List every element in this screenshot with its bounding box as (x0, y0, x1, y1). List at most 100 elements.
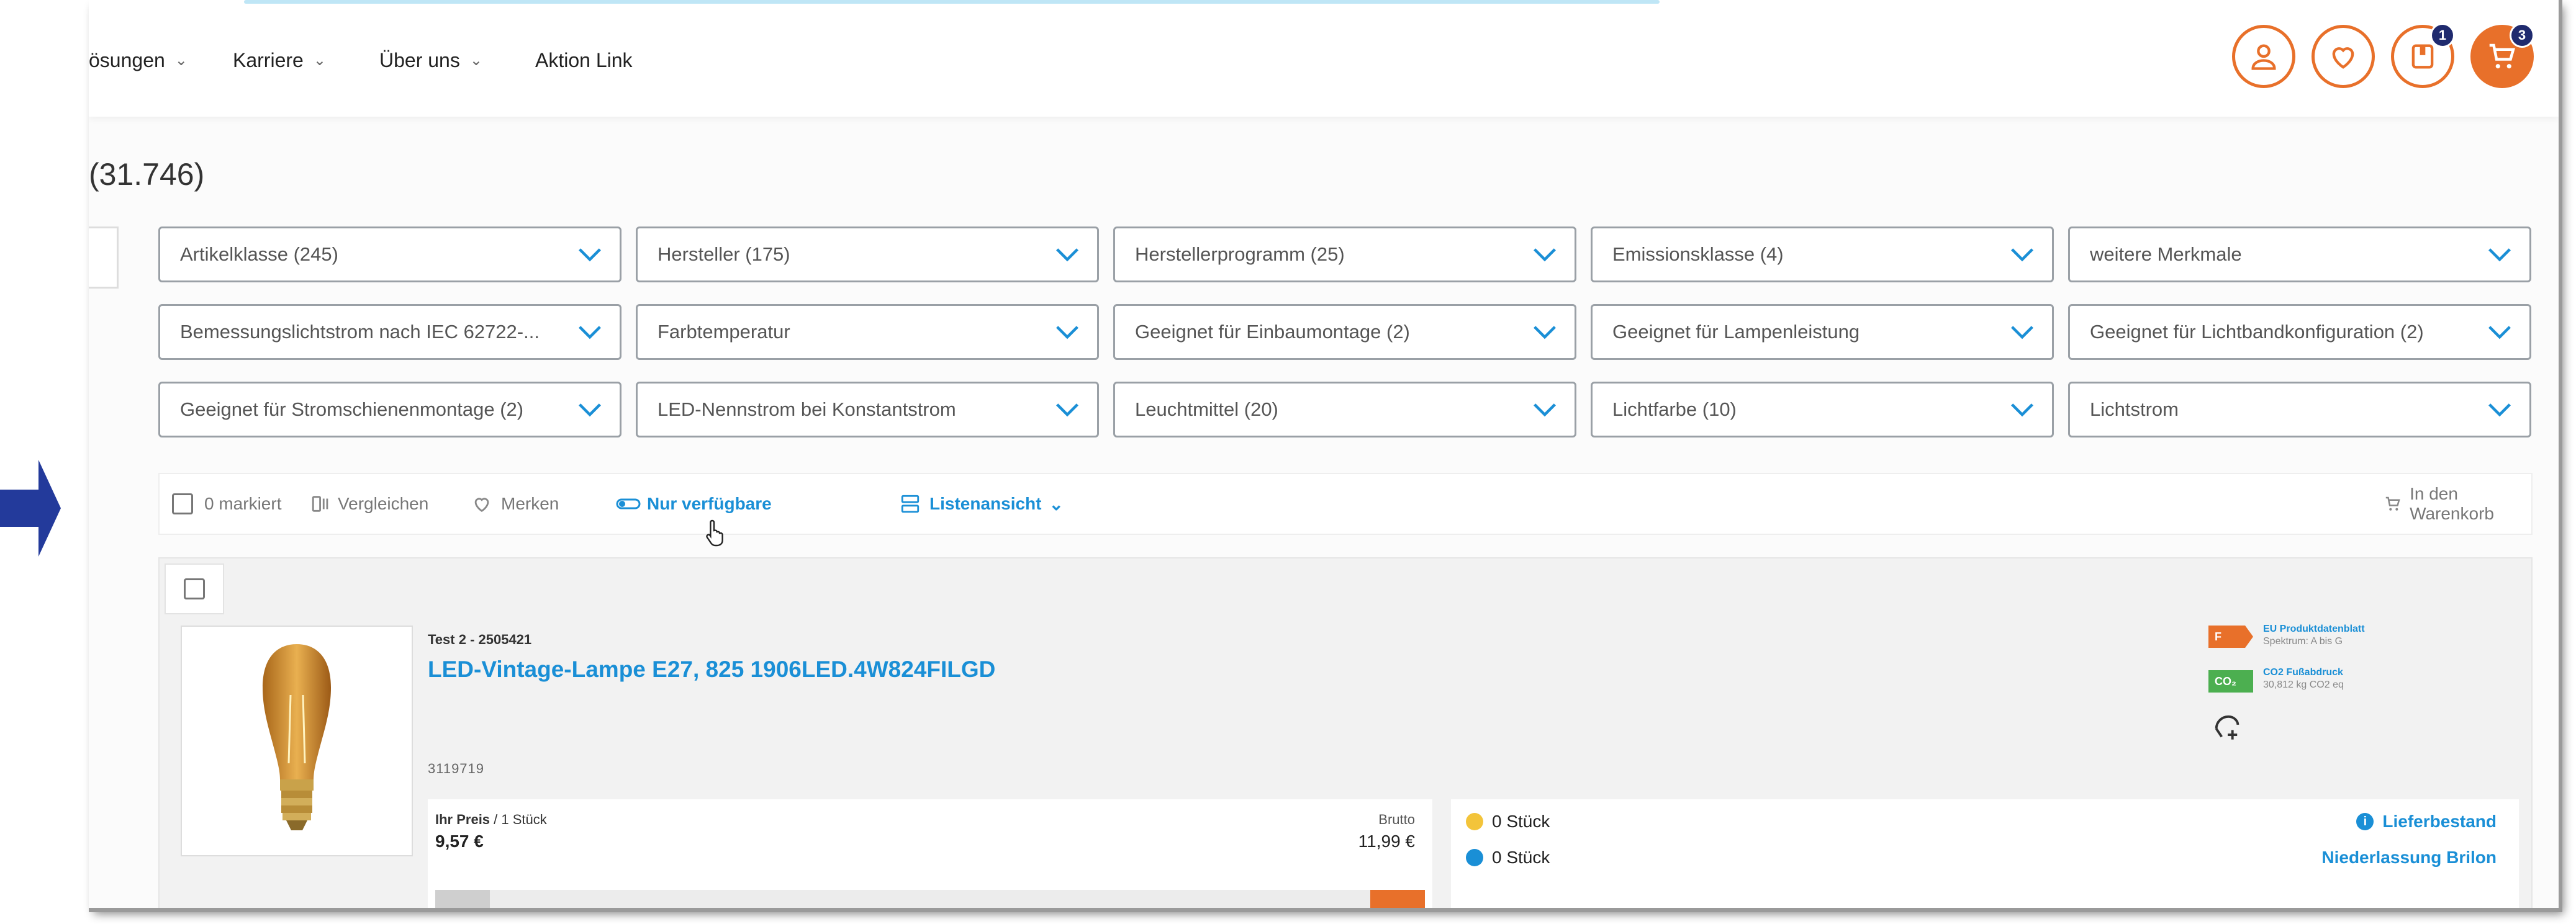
frame-shadow-bottom (89, 908, 2562, 912)
remember-label: Merken (501, 494, 559, 513)
nav-item-karriere[interactable]: Karriere ⌄ (233, 45, 326, 76)
filter-bemessungslichtstrom[interactable]: Bemessungslichtstrom nach IEC 62722-... (158, 304, 621, 360)
filter-lichtfarbe[interactable]: Lichtfarbe (10) (1591, 382, 2054, 437)
sidebar-edge (89, 227, 119, 289)
filter-label: Hersteller (175) (658, 243, 790, 265)
user-icon (2251, 44, 2276, 70)
stock-status-icon (1466, 813, 1483, 830)
account-button[interactable] (2232, 25, 2295, 88)
add-to-cart-label: In den Warenkorb (2410, 484, 2494, 523)
increase-button[interactable] (1370, 890, 1425, 908)
chevron-down-icon (1055, 320, 1080, 344)
result-count: (31.746) (89, 157, 205, 192)
clock-icon (1466, 849, 1483, 866)
filter-label: Geeignet für Einbaumontage (2) (1135, 321, 1410, 343)
lightbulb-image (263, 644, 331, 830)
hand-cursor-icon (706, 519, 723, 547)
compare-button[interactable]: Vergleichen (310, 474, 428, 534)
filter-lampenleistung[interactable]: Geeignet für Lampenleistung (1591, 304, 2054, 360)
lieferbestand-label: Lieferbestand (2382, 812, 2497, 831)
filter-label: weitere Merkmale (2090, 243, 2242, 265)
co2-label-text[interactable]: CO2 Fußabdruck 30,812 kg CO2 eq (2263, 666, 2344, 691)
co2-badge[interactable]: CO₂ (2208, 670, 2253, 693)
brutto-label: Brutto (1378, 812, 1415, 827)
quantity-stepper[interactable] (435, 890, 1425, 908)
cart-button[interactable]: 3 (2470, 23, 2534, 88)
branch-link[interactable]: Niederlassung Brilon (2321, 848, 2497, 868)
filter-herstellerprogramm[interactable]: Herstellerprogramm (25) (1113, 227, 1576, 282)
compare-label: Vergleichen (338, 494, 429, 513)
product-title-link[interactable]: LED-Vintage-Lampe E27, 825 1906LED.4W824… (428, 657, 995, 683)
nav-item-aktion-link[interactable]: Aktion Link (535, 45, 633, 76)
lieferbestand-link[interactable]: i Lieferbestand (2356, 812, 2497, 832)
product-card: Test 2 - 2505421 LED-Vintage-Lampe E27, … (158, 557, 2533, 908)
filter-label: Artikelklasse (245) (180, 243, 338, 265)
shape-add-icon[interactable] (2211, 710, 2243, 742)
filter-einbaumontage[interactable]: Geeignet für Einbaumontage (2) (1113, 304, 1576, 360)
chevron-down-icon (1055, 242, 1080, 267)
filter-weitere-merkmale[interactable]: weitere Merkmale (2068, 227, 2531, 282)
filter-emissionsklasse[interactable]: Emissionsklasse (4) (1591, 227, 2054, 282)
price-label: Ihr Preis / 1 Stück (435, 812, 547, 827)
orders-icon (2411, 44, 2434, 69)
wishlist-button[interactable] (2312, 25, 2375, 88)
filter-label: LED-Nennstrom bei Konstantstrom (658, 398, 956, 420)
filter-led-nennstrom[interactable]: LED-Nennstrom bei Konstantstrom (636, 382, 1099, 437)
orders-badge: 1 (2430, 23, 2455, 48)
filter-stromschienenmontage[interactable]: Geeignet für Stromschienenmontage (2) (158, 382, 621, 437)
stock-row: 0 Stück (1466, 848, 1550, 868)
energy-class-badge[interactable]: F (2208, 626, 2253, 648)
toggle-icon (616, 498, 641, 509)
list-toolbar: 0 markiert Vergleichen Merken Nur verfüg… (158, 473, 2533, 535)
nav-label: ösungen (89, 48, 165, 71)
filter-label: Lichtfarbe (10) (1612, 398, 1737, 420)
chevron-down-icon (1532, 320, 1557, 344)
product-image[interactable] (181, 626, 413, 856)
select-all-toggle[interactable]: 0 markiert (172, 474, 281, 534)
filter-leuchtmittel[interactable]: Leuchtmittel (20) (1113, 382, 1576, 437)
orders-button[interactable]: 1 (2391, 23, 2455, 88)
select-all-checkbox[interactable] (172, 493, 193, 514)
nav-label: Karriere (233, 48, 304, 71)
product-checkbox[interactable] (184, 578, 205, 599)
browser-frame: ösungen ⌄ Karriere ⌄ Über uns ⌄ Aktion Link… (89, 0, 2559, 908)
chevron-down-icon (577, 397, 602, 422)
site-header: ösungen ⌄ Karriere ⌄ Über uns ⌄ Aktion Link… (89, 0, 2559, 117)
pointer-arrow-icon (0, 460, 61, 557)
list-view-icon (901, 495, 920, 513)
decrease-button[interactable] (435, 890, 490, 908)
add-to-cart-button[interactable]: In den Warenkorb (2384, 474, 2531, 534)
filter-farbtemperatur[interactable]: Farbtemperatur (636, 304, 1099, 360)
filter-artikelklasse[interactable]: Artikelklasse (245) (158, 227, 621, 282)
list-view-label: Listenansicht (929, 494, 1042, 513)
energy-label-text[interactable]: EU Produktdatenblatt Spektrum: A bis G (2263, 623, 2365, 648)
only-available-label: Nur verfügbare (647, 494, 772, 513)
filter-label: Farbtemperatur (658, 321, 790, 343)
chevron-down-icon (2487, 397, 2512, 422)
nav-item-ueber-uns[interactable]: Über uns ⌄ (379, 45, 482, 76)
list-view-dropdown[interactable]: Listenansicht ⌄ (900, 474, 1064, 534)
filter-lichtbandkonfiguration[interactable]: Geeignet für Lichtbandkonfiguration (2) (2068, 304, 2531, 360)
product-subtitle: Test 2 - 2505421 (428, 632, 532, 647)
stock-panel: 0 Stück 0 Stück i Lieferbestand Niederla… (1451, 799, 2519, 908)
nav-item-loesungen[interactable]: ösungen ⌄ (89, 45, 188, 76)
nav-label: Über uns (379, 48, 460, 71)
filter-label: Bemessungslichtstrom nach IEC 62722-... (180, 321, 540, 343)
filter-label: Geeignet für Lampenleistung (1612, 321, 1860, 343)
filter-hersteller[interactable]: Hersteller (175) (636, 227, 1099, 282)
chevron-down-icon (2010, 397, 2035, 422)
product-select[interactable] (165, 563, 224, 614)
chevron-down-icon: ⌄ (174, 52, 188, 69)
article-number: 3119719 (428, 761, 485, 776)
marked-count: 0 markiert (204, 494, 282, 513)
branch-label: Niederlassung Brilon (2321, 848, 2497, 867)
remember-button[interactable]: Merken (471, 474, 559, 534)
chevron-down-icon (1532, 242, 1557, 267)
stock-qty: 0 Stück (1492, 812, 1550, 831)
compare-icon (312, 496, 328, 512)
chevron-down-icon (2010, 320, 2035, 344)
chevron-down-icon (1055, 397, 1080, 422)
frame-shadow-right (2559, 0, 2562, 912)
filter-lichtstrom[interactable]: Lichtstrom (2068, 382, 2531, 437)
only-available-toggle[interactable]: Nur verfügbare (616, 474, 772, 534)
